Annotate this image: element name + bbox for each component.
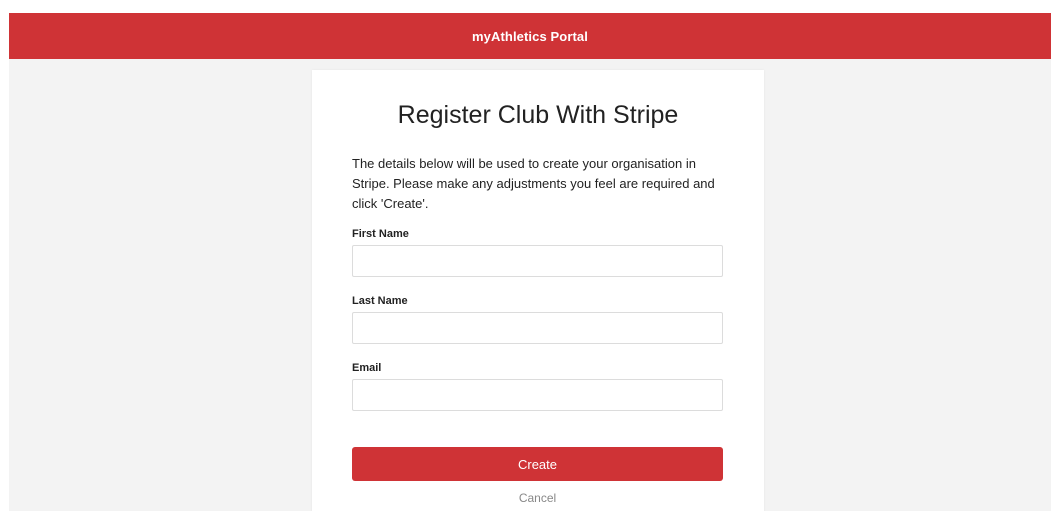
intro-text: The details below will be used to create… <box>352 156 715 211</box>
first-name-label: First Name <box>352 228 409 240</box>
first-name-input[interactable] <box>352 245 723 277</box>
register-card: Register Club With Stripe The details be… <box>312 70 764 511</box>
email-label: Email <box>352 362 382 374</box>
cancel-link[interactable]: Cancel <box>352 491 723 505</box>
email-group: Email <box>352 362 724 411</box>
app-frame: myAthletics Portal Register Club With St… <box>9 13 1051 511</box>
first-name-group: First Name <box>352 228 724 277</box>
page-title: Register Club With Stripe <box>397 101 679 129</box>
portal-title: myAthletics Portal <box>472 28 588 44</box>
register-form: Register Club With Stripe The details be… <box>312 98 764 505</box>
last-name-input[interactable] <box>352 312 723 344</box>
top-bar: myAthletics Portal <box>9 13 1051 59</box>
create-button[interactable]: Create <box>352 447 723 481</box>
email-input[interactable] <box>352 379 723 411</box>
last-name-label: Last Name <box>352 295 408 307</box>
last-name-group: Last Name <box>352 295 724 344</box>
